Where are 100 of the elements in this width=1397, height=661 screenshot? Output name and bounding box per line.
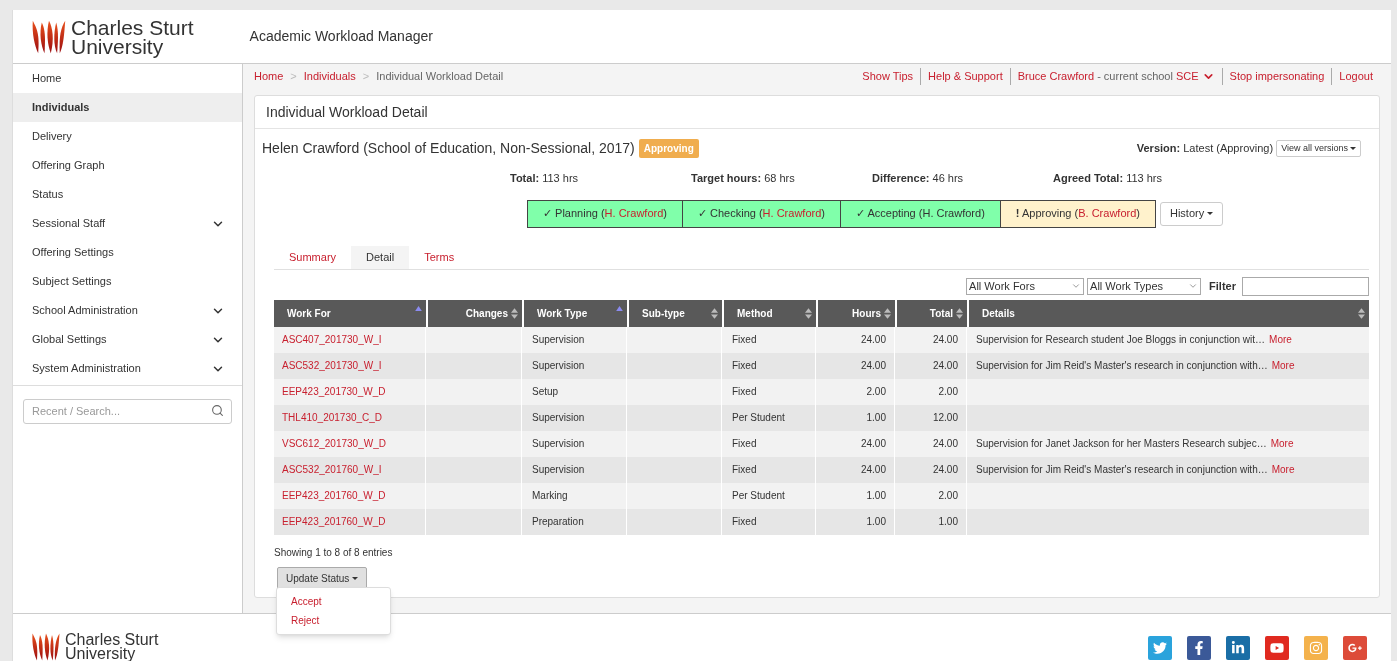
table-cell-text: Marking [532,489,568,503]
sidebar-item[interactable]: Status [13,180,242,209]
work-type-select[interactable]: All Work Types [1087,277,1202,295]
work-for-link[interactable]: ASC407_201730_W_I [282,332,382,347]
table-cell-text: 24.00 [932,437,958,451]
youtube-icon[interactable] [1265,636,1289,660]
view-versions-button[interactable]: View all versions [1276,140,1361,157]
table-cell-text: 24.00 [860,359,886,373]
university-logo-icon [31,632,61,661]
table-cell-text: Supervision [532,437,585,451]
filter-label: Filter [1209,278,1236,294]
table-cell-text: Preparation [532,515,584,529]
total-stat: Agreed Total: 113 hrs [1053,171,1163,186]
tab[interactable]: Detail [351,245,410,269]
workflow-step: ✓ Planning (H. Crawford) [528,200,682,227]
table-cell-text: 1.00 [866,489,886,503]
breadcrumb-link[interactable]: Home [254,68,284,85]
breadcrumb-current: Individual Workload Detail [376,69,504,85]
entries-info: Showing 1 to 8 of 8 entries [274,545,394,560]
column-header[interactable]: Hours [818,299,895,327]
work-for-link[interactable]: EEP423_201760_W_D [282,514,386,529]
column-header[interactable]: Sub-type [629,299,722,327]
header-link[interactable]: Logout [1339,68,1373,85]
workflow-step: ✓ Accepting (H. Crawford) [839,200,1000,227]
work-for-link[interactable]: EEP423_201760_W_D [282,488,386,503]
twitter-icon[interactable] [1148,636,1172,660]
version-text: Version: Latest (Approving) [1136,141,1274,157]
sidebar-item[interactable]: Sessional Staff [13,209,242,238]
work-for-link[interactable]: EEP423_201730_W_D [282,384,386,399]
column-header[interactable]: Details [969,299,1369,327]
total-stat: Total: 113 hrs [510,171,580,186]
header-link[interactable]: Show Tips [862,68,914,85]
breadcrumb-separator: > [290,69,297,85]
more-link[interactable]: More [1269,332,1292,347]
table-cell-text: Per Student [732,411,785,425]
user-menu[interactable]: Bruce Crawford - current school SCE [1017,68,1215,85]
sidebar-item[interactable]: Home [13,64,242,93]
chevron-down-icon [1071,281,1082,291]
table-cell-text: 1.00 [938,515,958,529]
sidebar-item[interactable]: System Administration [13,354,242,383]
sidebar-item[interactable]: Global Settings [13,325,242,354]
sidebar-item[interactable]: School Administration [13,296,242,325]
logo-text: Charles Sturt [65,633,159,647]
table-cell-text: Fixed [732,385,757,399]
history-button[interactable]: History [1159,201,1224,226]
facebook-icon[interactable] [1187,636,1211,660]
work-for-link[interactable]: VSC612_201730_W_D [282,436,386,451]
more-link[interactable]: More [1270,436,1294,451]
table-cell-text: Supervision for Janet Jackson for her Masters Research subjec… [976,437,1267,451]
caret-icon [1350,147,1356,150]
header-link[interactable]: Help & Support [928,68,1003,85]
column-header[interactable]: Total [897,299,967,327]
filter-field[interactable] [1242,276,1369,296]
person-heading: Helen Crawford (School of Education, Non-Sessional, 2017) [262,139,635,158]
workflow-step: ! Approving (B. Crawford) [999,200,1155,227]
linkedin-icon[interactable] [1226,636,1250,660]
app-title: Academic Workload Manager [249,27,433,46]
sidebar-item[interactable]: Individuals [13,93,242,122]
table-cell-text: Per Student [732,489,785,503]
table-cell-text: 12.00 [932,411,958,425]
breadcrumb-link[interactable]: Individuals [303,68,356,85]
menu-item[interactable]: Accept [277,592,390,611]
column-header[interactable]: Work Type [524,299,627,327]
work-for-link[interactable]: ASC532_201730_W_I [282,358,382,373]
tab[interactable]: Summary [274,245,352,269]
table-cell-text: 24.00 [932,463,958,477]
table-cell-text: Supervision [532,463,585,477]
tab[interactable]: Terms [409,245,470,269]
search-field[interactable]: Recent / Search... [23,398,232,424]
caret-icon [1207,212,1214,215]
column-header[interactable]: Changes [428,299,522,327]
chevron-down-icon [1188,281,1199,291]
table-cell-text: 2.00 [938,489,958,503]
table-cell-text: Supervision [532,359,585,373]
caret-icon [352,577,359,580]
logo-text: University [71,36,164,56]
status-badge: Approving [638,139,699,158]
google-plus-icon[interactable] [1343,636,1367,660]
header-link[interactable]: Stop impersonating [1229,68,1325,85]
column-header[interactable]: Work For [274,299,426,327]
table-cell-text: 24.00 [932,359,958,373]
table-cell-text: 24.00 [860,333,886,347]
table-cell-text: Fixed [732,437,757,451]
table-cell-text: Supervision [532,411,585,425]
table-cell-text: Fixed [732,333,757,347]
sidebar-item[interactable]: Delivery [13,122,242,151]
sidebar-item[interactable]: Subject Settings [13,267,242,296]
sidebar-item[interactable]: Offering Settings [13,238,242,267]
work-for-link[interactable]: THL410_201730_C_D [282,410,383,425]
sidebar-item[interactable]: Offering Graph [13,151,242,180]
column-header[interactable]: Method [724,299,816,327]
table-cell-text: Fixed [732,359,757,373]
more-link[interactable]: More [1271,462,1295,477]
more-link[interactable]: More [1271,358,1295,373]
table-cell-text: 1.00 [866,515,886,529]
work-for-select[interactable]: All Work Fors [966,277,1085,295]
panel-title: Individual Workload Detail [255,96,1379,129]
workflow-step: ✓ Checking (H. Crawford) [681,200,840,227]
menu-item[interactable]: Reject [277,611,390,630]
work-for-link[interactable]: ASC532_201760_W_I [282,462,382,477]
